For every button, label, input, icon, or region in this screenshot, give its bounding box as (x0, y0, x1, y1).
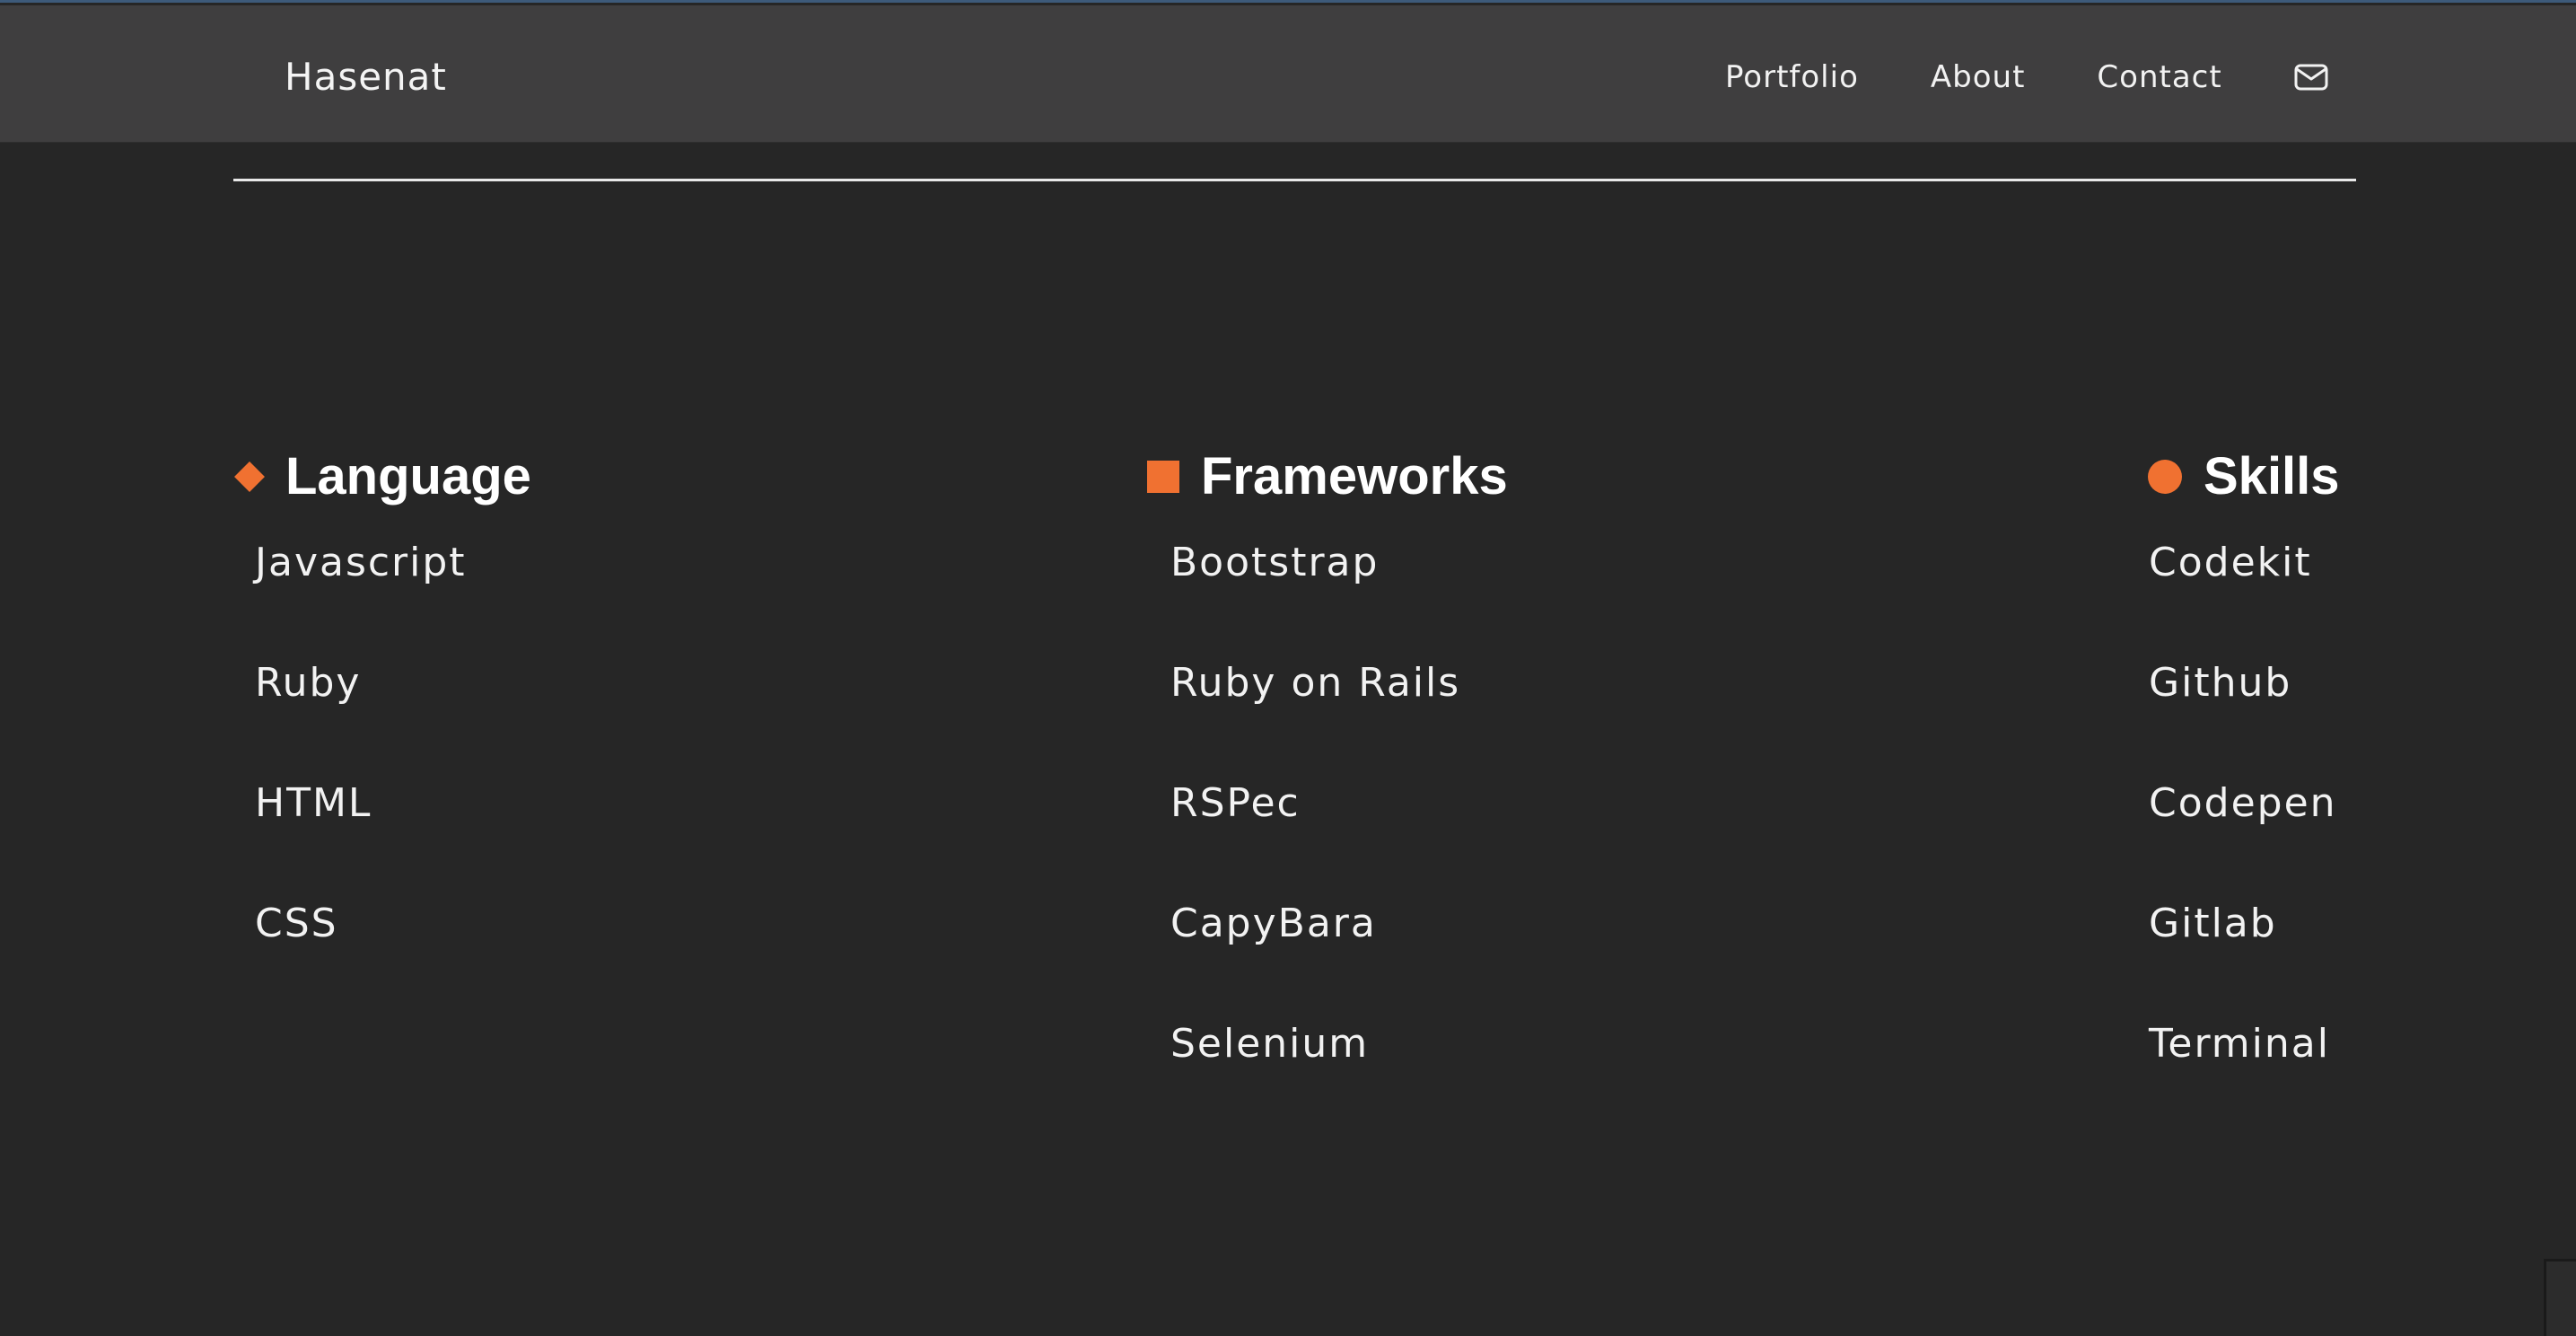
list-item: Github (2149, 660, 2292, 706)
list-item: RSPec (1170, 780, 1301, 826)
list-item: Ruby (255, 660, 362, 706)
frameworks-heading: Frameworks (1147, 441, 1508, 513)
nav-links: Portfolio About Contact (1725, 57, 2328, 97)
skills-list: Codekit Github Codepen Gitlab Terminal (2149, 536, 2340, 1071)
diamond-icon (234, 461, 265, 492)
language-list: Javascript Ruby HTML CSS (255, 536, 531, 951)
skills-heading: Skills (2148, 441, 2340, 513)
list-item: Selenium (1170, 1021, 1370, 1067)
square-icon (1147, 461, 1179, 493)
frameworks-column: Frameworks Bootstrap Ruby on Rails RSPec… (1147, 441, 1508, 1138)
brand-logo[interactable]: Hasenat (285, 56, 447, 99)
list-item: Gitlab (2149, 901, 2277, 946)
corner-scroll-widget[interactable] (2544, 1259, 2576, 1336)
top-navbar: Hasenat Portfolio About Contact (0, 5, 2576, 143)
section-divider (233, 179, 2356, 181)
frameworks-list: Bootstrap Ruby on Rails RSPec CapyBara S… (1170, 536, 1508, 1071)
list-item: Ruby on Rails (1170, 660, 1461, 706)
list-item: Javascript (255, 540, 467, 585)
nav-link-portfolio[interactable]: Portfolio (1725, 57, 1859, 97)
language-column: Language Javascript Ruby HTML CSS (233, 441, 531, 1017)
page: Hasenat Portfolio About Contact Language… (0, 0, 2576, 1336)
skills-title: Skills (2204, 447, 2340, 505)
skills-column: Skills Codekit Github Codepen Gitlab Ter… (2148, 441, 2340, 1138)
nav-link-about[interactable]: About (1931, 57, 2026, 97)
circle-icon (2148, 460, 2182, 494)
list-item: Codepen (2149, 780, 2337, 826)
nav-link-contact[interactable]: Contact (2097, 57, 2221, 97)
list-item: CapyBara (1170, 901, 1377, 946)
frameworks-title: Frameworks (1201, 447, 1508, 505)
list-item: CSS (255, 901, 338, 946)
list-item: Terminal (2149, 1021, 2330, 1067)
language-heading: Language (233, 441, 531, 513)
list-item: Bootstrap (1170, 540, 1380, 585)
list-item: Codekit (2149, 540, 2312, 585)
envelope-icon[interactable] (2294, 64, 2328, 91)
list-item: HTML (255, 780, 372, 826)
language-title: Language (285, 447, 531, 505)
